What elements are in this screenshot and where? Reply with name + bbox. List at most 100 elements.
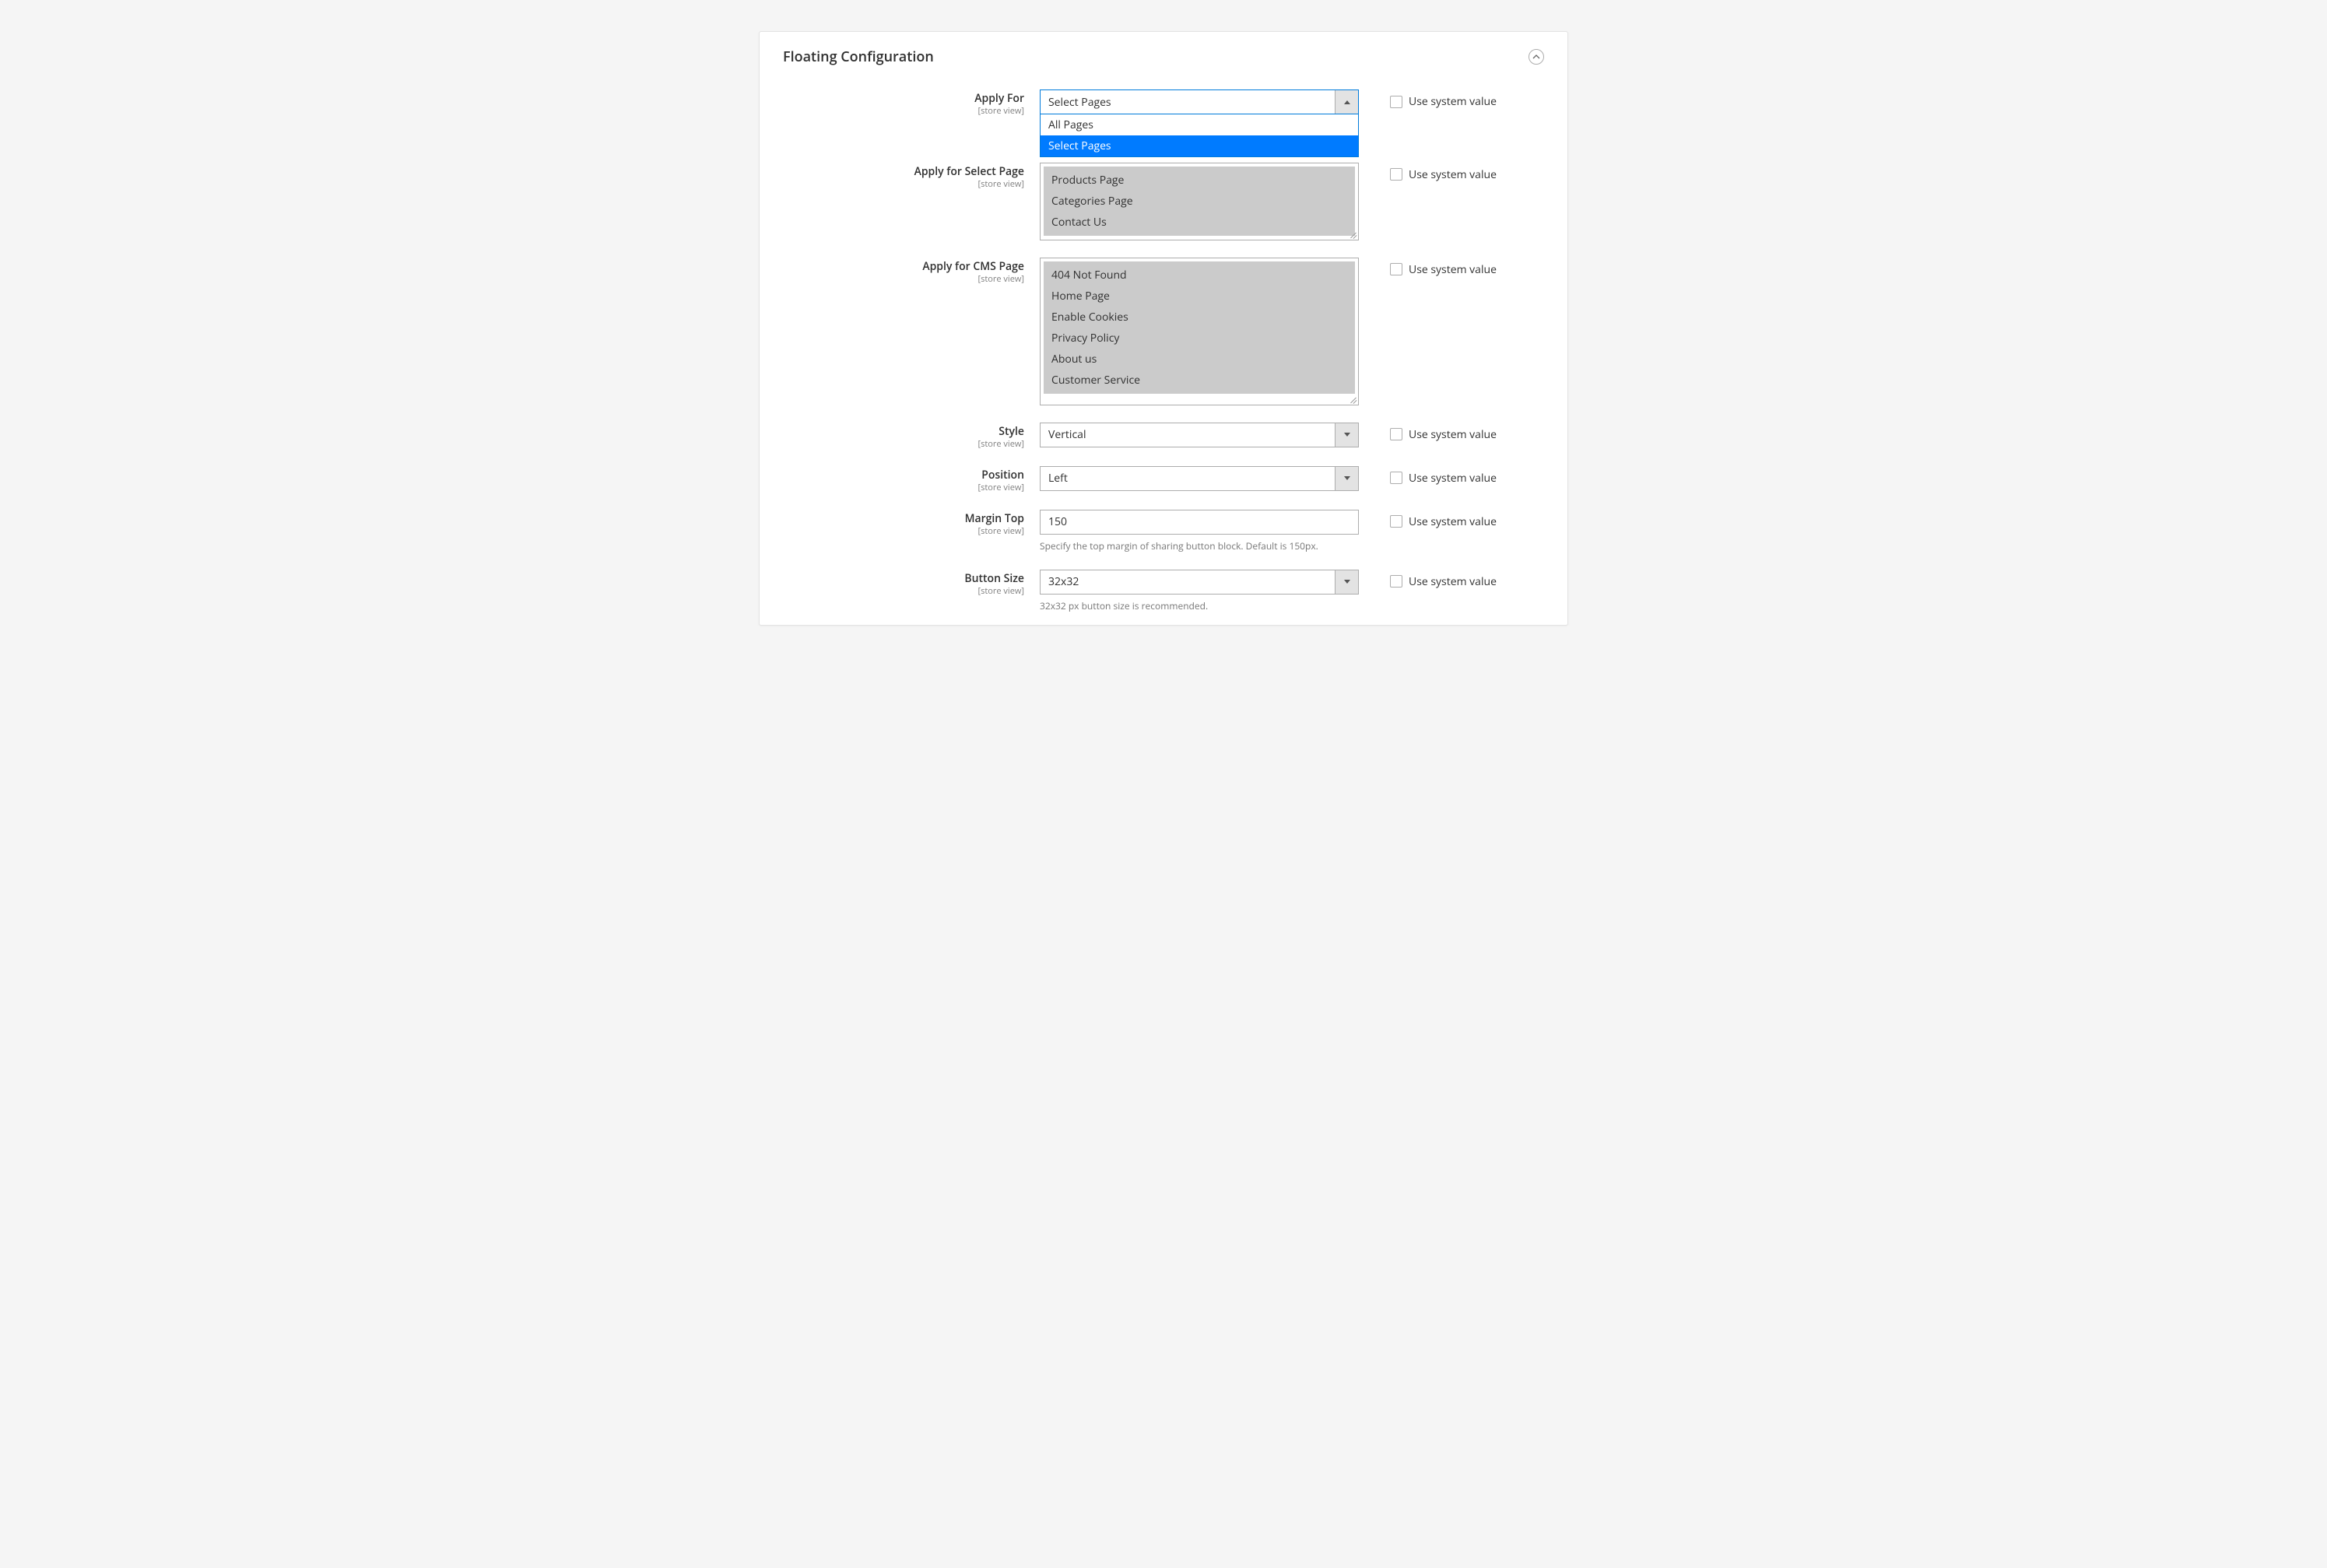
multiselect-option[interactable]: About us bbox=[1044, 349, 1355, 370]
use-system-label: Use system value bbox=[1409, 574, 1497, 589]
field-button-size: Button Size [store view] 32x32 32x32 px … bbox=[783, 570, 1544, 612]
margin-top-label: Margin Top bbox=[783, 513, 1024, 526]
panel-header: Floating Configuration bbox=[783, 47, 1544, 66]
scope-label: [store view] bbox=[783, 274, 1024, 284]
margin-top-note: Specify the top margin of sharing button… bbox=[1040, 539, 1359, 552]
use-system-label: Use system value bbox=[1409, 262, 1497, 277]
chevron-down-icon bbox=[1344, 433, 1350, 437]
use-system-label: Use system value bbox=[1409, 427, 1497, 442]
style-value: Vertical bbox=[1041, 423, 1335, 447]
apply-for-dropdown[interactable]: All Pages Select Pages bbox=[1040, 114, 1359, 157]
field-control-col: Vertical bbox=[1040, 423, 1359, 447]
style-label: Style bbox=[783, 426, 1024, 439]
resize-handle-icon[interactable] bbox=[1349, 395, 1357, 403]
apply-cms-page-label: Apply for CMS Page bbox=[783, 261, 1024, 274]
floating-configuration-panel: Floating Configuration Apply For [store … bbox=[759, 31, 1568, 626]
field-label-col: Apply for CMS Page [store view] bbox=[783, 258, 1040, 284]
dropdown-option[interactable]: All Pages bbox=[1041, 114, 1358, 135]
field-side-col: Use system value bbox=[1359, 258, 1544, 277]
chevron-up-icon bbox=[1344, 100, 1350, 104]
multiselect-option[interactable]: Customer Service bbox=[1044, 370, 1355, 391]
apply-for-select[interactable]: Select Pages bbox=[1040, 89, 1359, 114]
checkbox-icon bbox=[1390, 263, 1402, 275]
multiselect-option[interactable]: Privacy Policy bbox=[1044, 328, 1355, 349]
style-toggle[interactable] bbox=[1335, 423, 1358, 447]
scope-label: [store view] bbox=[783, 526, 1024, 536]
multiselect-option[interactable]: Contact Us bbox=[1044, 212, 1355, 233]
checkbox-icon bbox=[1390, 472, 1402, 484]
field-side-col: Use system value bbox=[1359, 89, 1544, 109]
chevron-down-icon bbox=[1344, 580, 1350, 584]
field-apply-for: Apply For [store view] Select Pages All … bbox=[783, 89, 1544, 116]
field-label-col: Apply For [store view] bbox=[783, 89, 1040, 116]
use-system-check[interactable]: Use system value bbox=[1390, 94, 1544, 109]
scope-label: [store view] bbox=[783, 482, 1024, 493]
field-label-col: Margin Top [store view] bbox=[783, 510, 1040, 536]
field-side-col: Use system value bbox=[1359, 466, 1544, 486]
field-apply-select-page: Apply for Select Page [store view] Produ… bbox=[783, 163, 1544, 240]
field-control-col: Select Pages All Pages Select Pages bbox=[1040, 89, 1359, 114]
use-system-check[interactable]: Use system value bbox=[1390, 427, 1544, 442]
checkbox-icon bbox=[1390, 428, 1402, 440]
button-size-value: 32x32 bbox=[1041, 570, 1335, 594]
field-label-col: Style [store view] bbox=[783, 423, 1040, 449]
field-label-col: Button Size [store view] bbox=[783, 570, 1040, 596]
button-size-toggle[interactable] bbox=[1335, 570, 1358, 594]
field-side-col: Use system value bbox=[1359, 163, 1544, 182]
use-system-check[interactable]: Use system value bbox=[1390, 514, 1544, 529]
chevron-down-icon bbox=[1344, 476, 1350, 480]
checkbox-icon bbox=[1390, 575, 1402, 588]
button-size-label: Button Size bbox=[783, 573, 1024, 586]
apply-for-label: Apply For bbox=[783, 93, 1024, 106]
position-toggle[interactable] bbox=[1335, 467, 1358, 490]
collapse-toggle-button[interactable] bbox=[1529, 49, 1544, 65]
multiselect-option[interactable]: Home Page bbox=[1044, 286, 1355, 307]
field-side-col: Use system value bbox=[1359, 570, 1544, 589]
position-value: Left bbox=[1041, 467, 1335, 490]
use-system-check[interactable]: Use system value bbox=[1390, 167, 1544, 182]
field-side-col: Use system value bbox=[1359, 423, 1544, 442]
field-apply-cms-page: Apply for CMS Page [store view] 404 Not … bbox=[783, 258, 1544, 405]
field-style: Style [store view] Vertical Use system v… bbox=[783, 423, 1544, 449]
field-control-col: Products Page Categories Page Contact Us bbox=[1040, 163, 1359, 240]
field-control-col: 32x32 32x32 px button size is recommende… bbox=[1040, 570, 1359, 612]
field-label-col: Apply for Select Page [store view] bbox=[783, 163, 1040, 189]
apply-for-value: Select Pages bbox=[1041, 90, 1335, 114]
position-select[interactable]: Left bbox=[1040, 466, 1359, 491]
dropdown-option[interactable]: Select Pages bbox=[1041, 135, 1358, 156]
multiselect-inner: 404 Not Found Home Page Enable Cookies P… bbox=[1044, 261, 1355, 394]
checkbox-icon bbox=[1390, 96, 1402, 108]
apply-select-page-multiselect[interactable]: Products Page Categories Page Contact Us bbox=[1040, 163, 1359, 240]
use-system-label: Use system value bbox=[1409, 94, 1497, 109]
multiselect-option[interactable]: Categories Page bbox=[1044, 191, 1355, 212]
scope-label: [store view] bbox=[783, 179, 1024, 189]
use-system-label: Use system value bbox=[1409, 514, 1497, 529]
use-system-label: Use system value bbox=[1409, 471, 1497, 486]
button-size-select[interactable]: 32x32 bbox=[1040, 570, 1359, 595]
use-system-check[interactable]: Use system value bbox=[1390, 574, 1544, 589]
style-select[interactable]: Vertical bbox=[1040, 423, 1359, 447]
resize-handle-icon[interactable] bbox=[1349, 230, 1357, 238]
margin-top-input[interactable] bbox=[1040, 510, 1359, 535]
use-system-check[interactable]: Use system value bbox=[1390, 471, 1544, 486]
use-system-check[interactable]: Use system value bbox=[1390, 262, 1544, 277]
chevron-up-icon bbox=[1532, 53, 1540, 61]
apply-for-toggle[interactable] bbox=[1335, 90, 1358, 114]
panel-title: Floating Configuration bbox=[783, 47, 934, 66]
position-label: Position bbox=[783, 469, 1024, 482]
field-margin-top: Margin Top [store view] Specify the top … bbox=[783, 510, 1544, 552]
field-control-col: 404 Not Found Home Page Enable Cookies P… bbox=[1040, 258, 1359, 405]
field-label-col: Position [store view] bbox=[783, 466, 1040, 493]
apply-select-page-label: Apply for Select Page bbox=[783, 166, 1024, 179]
field-control-col: Specify the top margin of sharing button… bbox=[1040, 510, 1359, 552]
apply-cms-page-multiselect[interactable]: 404 Not Found Home Page Enable Cookies P… bbox=[1040, 258, 1359, 405]
multiselect-option[interactable]: 404 Not Found bbox=[1044, 265, 1355, 286]
multiselect-inner: Products Page Categories Page Contact Us bbox=[1044, 167, 1355, 236]
multiselect-option[interactable]: Products Page bbox=[1044, 170, 1355, 191]
multiselect-option[interactable]: Enable Cookies bbox=[1044, 307, 1355, 328]
scope-label: [store view] bbox=[783, 106, 1024, 116]
checkbox-icon bbox=[1390, 515, 1402, 528]
use-system-label: Use system value bbox=[1409, 167, 1497, 182]
field-side-col: Use system value bbox=[1359, 510, 1544, 529]
scope-label: [store view] bbox=[783, 586, 1024, 596]
